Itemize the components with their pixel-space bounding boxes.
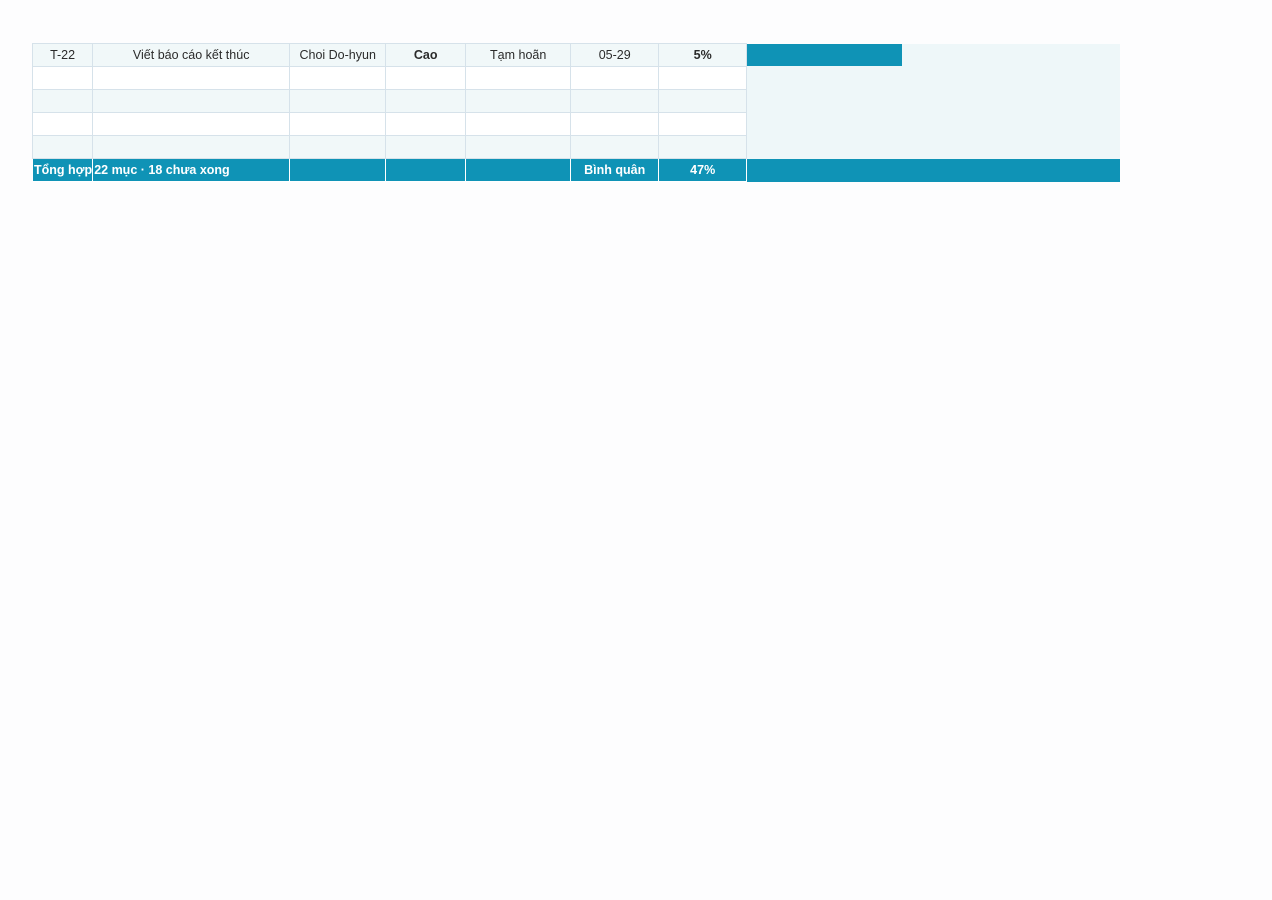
progress-cell[interactable] bbox=[658, 135, 748, 159]
progress-cell[interactable]: 5% bbox=[658, 43, 748, 67]
due-date-cell[interactable] bbox=[570, 89, 660, 113]
average-label[interactable]: Bình quân bbox=[570, 158, 660, 182]
priority-cell[interactable] bbox=[385, 89, 467, 113]
due-date-cell[interactable] bbox=[570, 135, 660, 159]
progress-cell[interactable] bbox=[658, 112, 748, 136]
status-cell[interactable] bbox=[465, 66, 572, 90]
status-cell[interactable] bbox=[465, 135, 572, 159]
owner-cell[interactable] bbox=[289, 66, 387, 90]
gantt-area bbox=[746, 43, 1120, 159]
priority-cell[interactable] bbox=[385, 135, 467, 159]
total-empty-cell[interactable] bbox=[289, 158, 387, 182]
owner-cell[interactable] bbox=[289, 89, 387, 113]
owner-cell[interactable] bbox=[289, 135, 387, 159]
due-date-cell[interactable]: 05-29 bbox=[570, 43, 660, 67]
task-name-cell[interactable] bbox=[92, 66, 291, 90]
task-table: T-22 Viết báo cáo kết thúc Choi Do-hyun … bbox=[31, 43, 1120, 182]
owner-cell[interactable]: Choi Do-hyun bbox=[289, 43, 387, 67]
total-row: Tổng hợp 22 mục · 18 chưa xong Bình quân… bbox=[31, 158, 1120, 182]
task-name-cell[interactable] bbox=[92, 135, 291, 159]
status-cell[interactable] bbox=[465, 112, 572, 136]
total-empty-cell[interactable] bbox=[385, 158, 467, 182]
task-name-cell[interactable]: Viết báo cáo kết thúc bbox=[92, 43, 291, 67]
gantt-bar[interactable] bbox=[747, 43, 903, 66]
task-name-cell[interactable] bbox=[92, 89, 291, 113]
task-id-cell[interactable] bbox=[31, 135, 94, 159]
total-summary[interactable]: 22 mục · 18 chưa xong bbox=[92, 158, 291, 182]
table-row: T-22 Viết báo cáo kết thúc Choi Do-hyun … bbox=[31, 43, 1120, 159]
due-date-cell[interactable] bbox=[570, 66, 660, 90]
task-id-cell[interactable] bbox=[31, 89, 94, 113]
progress-cell[interactable] bbox=[658, 89, 748, 113]
priority-cell[interactable] bbox=[385, 66, 467, 90]
task-id-cell[interactable] bbox=[31, 66, 94, 90]
priority-cell[interactable]: Cao bbox=[385, 43, 467, 67]
task-name-cell[interactable] bbox=[92, 112, 291, 136]
due-date-cell[interactable] bbox=[570, 112, 660, 136]
total-empty-cell[interactable] bbox=[465, 158, 572, 182]
status-cell[interactable] bbox=[465, 89, 572, 113]
priority-cell[interactable] bbox=[385, 112, 467, 136]
owner-cell[interactable] bbox=[289, 112, 387, 136]
status-cell[interactable]: Tạm hoãn bbox=[465, 43, 572, 67]
progress-cell[interactable] bbox=[658, 66, 748, 90]
total-label[interactable]: Tổng hợp bbox=[31, 158, 94, 182]
task-id-cell[interactable]: T-22 bbox=[31, 43, 94, 67]
spreadsheet: T-22 Viết báo cáo kết thúc Choi Do-hyun … bbox=[31, 43, 1120, 182]
total-gantt-band bbox=[746, 158, 1120, 182]
task-id-cell[interactable] bbox=[31, 112, 94, 136]
average-value[interactable]: 47% bbox=[658, 158, 748, 182]
